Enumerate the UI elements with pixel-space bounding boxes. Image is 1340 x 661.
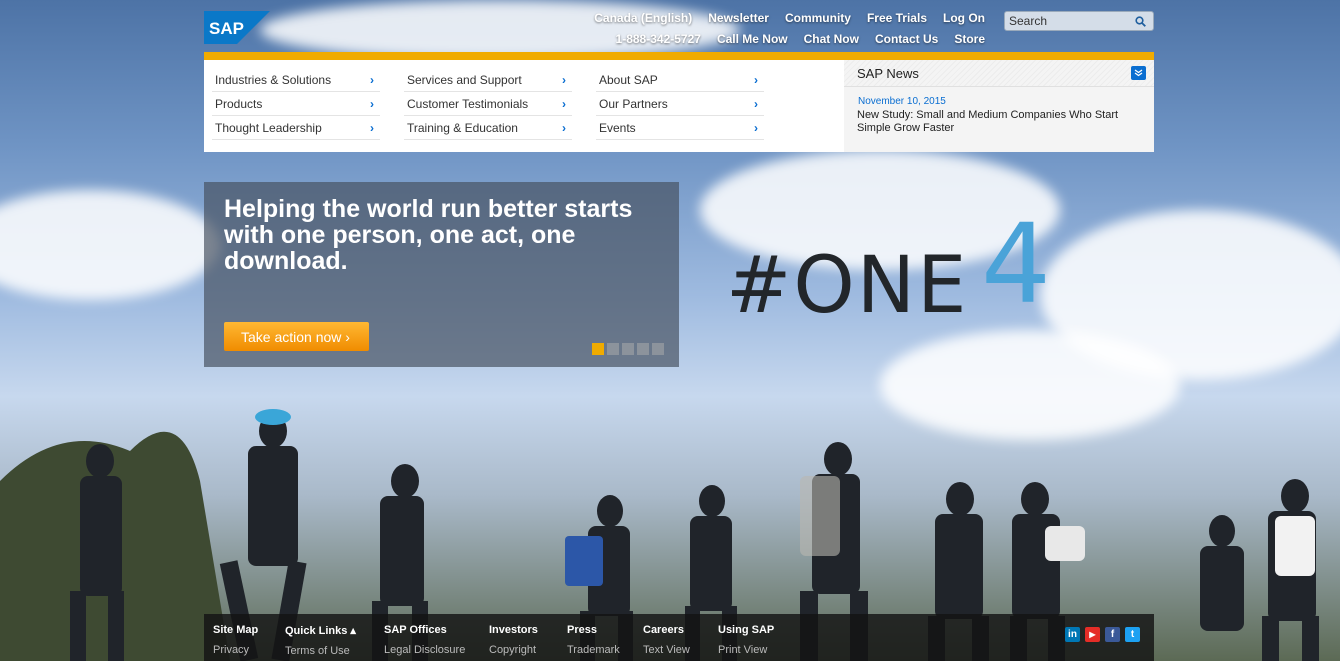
newsletter-link[interactable]: Newsletter	[708, 11, 769, 25]
phone-number: 1-888-342-5727	[615, 32, 701, 46]
menu-item-label: Events	[599, 120, 636, 135]
footer-bar: Site Map Privacy Quick Links ▴ Terms of …	[204, 614, 1154, 661]
footer-link-print-view[interactable]: Print View	[718, 644, 774, 656]
svg-text:SAP: SAP	[209, 19, 244, 38]
footer-link-quick-links[interactable]: Quick Links ▴	[285, 624, 356, 637]
linkedin-icon[interactable]: in	[1065, 627, 1080, 642]
menu-item-products[interactable]: Products ›	[212, 92, 380, 116]
news-title: SAP News	[857, 66, 919, 81]
menu-item-about-sap[interactable]: About SAP ›	[596, 68, 764, 92]
svg-text:4: 4	[981, 212, 1051, 328]
footer-column: Using SAP Print View	[718, 624, 774, 656]
menu-item-thought-leadership[interactable]: Thought Leadership ›	[212, 116, 380, 140]
carousel-dot[interactable]	[592, 343, 604, 355]
country-selector-link[interactable]: Canada (English)	[594, 11, 692, 25]
carousel-indicators	[592, 343, 664, 355]
menu-column-2: Services and Support › Customer Testimoni…	[404, 68, 572, 140]
menu-item-label: Services and Support	[407, 72, 522, 87]
menu-item-training-education[interactable]: Training & Education ›	[404, 116, 572, 140]
take-action-button[interactable]: Take action now ›	[224, 322, 369, 351]
footer-link-using-sap[interactable]: Using SAP	[718, 624, 774, 636]
search-input[interactable]	[1005, 12, 1133, 30]
menu-item-label: Industries & Solutions	[215, 72, 332, 87]
carousel-dot[interactable]	[637, 343, 649, 355]
footer-link-legal-disclosure[interactable]: Legal Disclosure	[384, 644, 465, 656]
menu-item-label: Training & Education	[407, 120, 518, 135]
chevron-right-icon: ›	[562, 96, 566, 111]
carousel-dot[interactable]	[607, 343, 619, 355]
news-date: November 10, 2015	[858, 96, 946, 107]
menu-item-label: Products	[215, 96, 263, 111]
menu-item-label: About SAP	[599, 72, 658, 87]
chevron-down-icon[interactable]	[1131, 66, 1146, 80]
social-links: in ▶ f t	[1065, 627, 1140, 642]
call-me-now-link[interactable]: Call Me Now	[717, 32, 788, 46]
footer-link-sap-offices[interactable]: SAP Offices	[384, 624, 465, 636]
menu-item-customer-testimonials[interactable]: Customer Testimonials ›	[404, 92, 572, 116]
menu-column-3: About SAP › Our Partners › Events ›	[596, 68, 764, 140]
background-cloud	[260, 0, 740, 60]
menu-item-events[interactable]: Events ›	[596, 116, 764, 140]
search-box	[1004, 11, 1154, 31]
chevron-right-icon: ›	[754, 96, 758, 111]
chevron-right-icon: ›	[754, 120, 758, 135]
background-cloud	[0, 190, 220, 300]
carousel-dot[interactable]	[622, 343, 634, 355]
menu-item-label: Our Partners	[599, 96, 668, 111]
menu-column-1: Industries & Solutions › Products › Though…	[212, 68, 380, 140]
footer-link-site-map[interactable]: Site Map	[213, 624, 258, 636]
footer-link-careers[interactable]: Careers	[643, 624, 690, 636]
chevron-right-icon: ›	[370, 96, 374, 111]
utility-nav-bottom: 1-888-342-5727 Call Me Now Chat Now Cont…	[616, 32, 985, 46]
footer-link-press[interactable]: Press	[567, 624, 620, 636]
main-menu: Industries & Solutions › Products › Though…	[204, 60, 844, 152]
free-trials-link[interactable]: Free Trials	[867, 11, 927, 25]
menu-item-label: Thought Leadership	[215, 120, 322, 135]
chevron-right-icon: ›	[562, 120, 566, 135]
chevron-right-icon: ›	[370, 72, 374, 87]
search-icon[interactable]	[1133, 14, 1147, 28]
chevron-right-icon: ›	[754, 72, 758, 87]
menu-item-services-support[interactable]: Services and Support ›	[404, 68, 572, 92]
menu-item-our-partners[interactable]: Our Partners ›	[596, 92, 764, 116]
one4-hashtag-graphic: #ONE 4	[726, 212, 1051, 331]
footer-column: SAP Offices Legal Disclosure	[384, 624, 465, 656]
menu-item-industries-solutions[interactable]: Industries & Solutions ›	[212, 68, 380, 92]
footer-column: Press Trademark	[567, 624, 620, 656]
footer-column: Investors Copyright	[489, 624, 538, 656]
footer-column: Site Map Privacy	[213, 624, 258, 656]
contact-us-link[interactable]: Contact Us	[875, 32, 938, 46]
sap-news-panel: SAP News November 10, 2015 New Study: Sm…	[844, 60, 1154, 152]
youtube-icon[interactable]: ▶	[1085, 627, 1100, 642]
footer-column: Careers Text View	[643, 624, 690, 656]
chevron-right-icon: ›	[370, 120, 374, 135]
footer-link-investors[interactable]: Investors	[489, 624, 538, 636]
menu-item-label: Customer Testimonials	[407, 96, 529, 111]
utility-nav-top: Canada (English) Newsletter Community Fr…	[594, 11, 985, 25]
footer-link-terms-of-use[interactable]: Terms of Use	[285, 645, 356, 657]
footer-link-privacy[interactable]: Privacy	[213, 644, 258, 656]
footer-column: Quick Links ▴ Terms of Use	[285, 624, 356, 657]
chevron-right-icon: ›	[562, 72, 566, 87]
carousel-dot[interactable]	[652, 343, 664, 355]
news-headline-link[interactable]: New Study: Small and Medium Companies Wh…	[857, 109, 1127, 135]
news-header: SAP News	[844, 60, 1154, 87]
footer-link-copyright[interactable]: Copyright	[489, 644, 538, 656]
svg-text:#ONE: #ONE	[726, 241, 968, 331]
sap-logo[interactable]: SAP	[204, 11, 270, 44]
footer-link-trademark[interactable]: Trademark	[567, 644, 620, 656]
community-link[interactable]: Community	[785, 11, 851, 25]
facebook-icon[interactable]: f	[1105, 627, 1120, 642]
footer-link-text-view[interactable]: Text View	[643, 644, 690, 656]
hero-panel: Helping the world run better starts with…	[204, 182, 679, 367]
log-on-link[interactable]: Log On	[943, 11, 985, 25]
twitter-icon[interactable]: t	[1125, 627, 1140, 642]
hero-headline: Helping the world run better starts with…	[224, 195, 633, 275]
accent-bar	[204, 52, 1154, 60]
store-link[interactable]: Store	[954, 32, 985, 46]
chat-now-link[interactable]: Chat Now	[804, 32, 859, 46]
